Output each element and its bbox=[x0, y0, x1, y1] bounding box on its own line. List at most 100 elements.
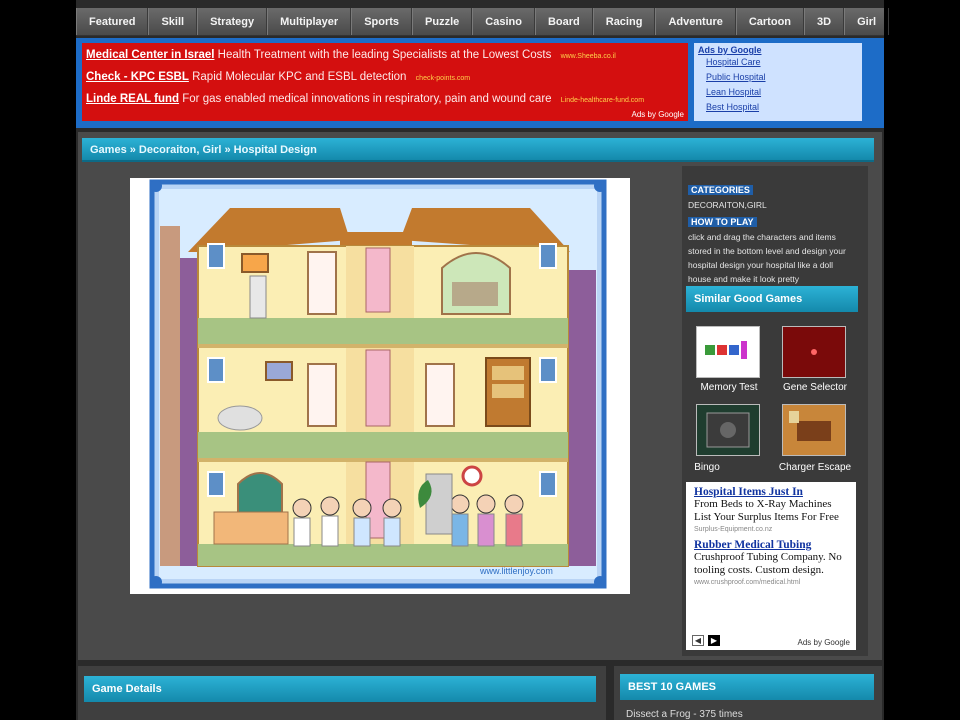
ad-title[interactable]: Medical Center in Israel bbox=[86, 49, 214, 61]
game-watermark: www.littlenjoy.com bbox=[479, 566, 553, 576]
similar-games-title: Similar Good Games bbox=[694, 293, 803, 305]
main-panel: Games » Decoraiton, Girl » Hospital Desi… bbox=[78, 132, 882, 660]
text-ad-block: Medical Center in Israel Health Treatmen… bbox=[82, 43, 688, 121]
sidebar-ad-title[interactable]: Hospital Items Just In bbox=[694, 486, 848, 498]
ad-link-lean-hospital[interactable]: Lean Hospital bbox=[698, 85, 858, 100]
door bbox=[365, 349, 391, 427]
similar-game-label[interactable]: Charger Escape bbox=[770, 462, 860, 473]
door bbox=[425, 363, 455, 427]
right-building bbox=[566, 270, 596, 566]
frame-corner bbox=[150, 180, 162, 192]
nav-girl[interactable]: Girl bbox=[844, 8, 890, 35]
nav-strategy[interactable]: Strategy bbox=[197, 8, 268, 35]
nav-puzzle[interactable]: Puzzle bbox=[412, 8, 473, 35]
ad-title[interactable]: Linde REAL fund bbox=[86, 93, 179, 105]
nav-multiplayer[interactable]: Multiplayer bbox=[267, 8, 352, 35]
bookcase-shelf bbox=[492, 366, 524, 380]
nav-adventure[interactable]: Adventure bbox=[655, 8, 736, 35]
breadcrumb: Games » Decoraiton, Girl » Hospital Desi… bbox=[82, 138, 874, 162]
nav-featured[interactable]: Featured bbox=[76, 8, 149, 35]
ceiling-line bbox=[198, 344, 568, 348]
nav-casino[interactable]: Casino bbox=[472, 8, 535, 35]
window bbox=[207, 357, 225, 383]
door bbox=[365, 247, 391, 313]
ads-by-google-label[interactable]: Ads by Google bbox=[798, 638, 850, 647]
best-games-panel: BEST 10 GAMES Dissect a Frog - 375 times bbox=[614, 666, 882, 720]
frame-corner bbox=[594, 180, 606, 192]
window bbox=[207, 243, 225, 269]
similar-game-label[interactable]: Gene Selector bbox=[770, 382, 860, 393]
game-details-title: Game Details bbox=[92, 683, 162, 695]
how-to-play-text: hospital design your hospital like a dol… bbox=[688, 260, 834, 270]
roof-middle bbox=[340, 232, 412, 246]
ad-line[interactable]: Medical Center in Israel Health Treatmen… bbox=[86, 49, 616, 61]
ad-text: Health Treatment with the leading Specia… bbox=[217, 49, 552, 61]
nav-sports[interactable]: Sports bbox=[351, 8, 413, 35]
ad-link-hospital-care[interactable]: Hospital Care bbox=[698, 55, 858, 70]
page: Featured Skill Strategy Multiplayer Spor… bbox=[76, 0, 890, 720]
bookcase-shelf bbox=[492, 384, 524, 398]
sidebar-ad-url[interactable]: Surplus-Equipment.co.nz bbox=[694, 526, 848, 533]
breadcrumb-text[interactable]: Games » Decoraiton, Girl » Hospital Desi… bbox=[82, 144, 317, 156]
thumb-memory-test[interactable] bbox=[696, 326, 760, 378]
dental-chair bbox=[217, 405, 263, 431]
nav-board[interactable]: Board bbox=[534, 8, 593, 35]
floor-1 bbox=[198, 318, 568, 346]
similar-game-label[interactable]: Memory Test bbox=[684, 382, 774, 393]
next-ad-icon[interactable]: ▶ bbox=[708, 635, 720, 646]
frame-corner bbox=[594, 576, 606, 588]
door bbox=[307, 251, 337, 315]
categories-heading: CATEGORIES bbox=[688, 185, 753, 195]
ad-url: check-points.com bbox=[415, 75, 471, 82]
hospital-scene[interactable]: www.littlenjoy.com bbox=[130, 178, 630, 594]
nav-3d[interactable]: 3D bbox=[804, 8, 845, 35]
best-games-title: BEST 10 GAMES bbox=[628, 681, 717, 693]
ad-line[interactable]: Linde REAL fund For gas enabled medical … bbox=[86, 93, 644, 105]
nav-skill[interactable]: Skill bbox=[148, 8, 198, 35]
window bbox=[539, 357, 557, 383]
best-games-header: BEST 10 GAMES bbox=[620, 674, 874, 700]
ad-line[interactable]: Check - KPC ESBL Rapid Molecular KPC and… bbox=[86, 71, 470, 83]
storage-items bbox=[425, 473, 453, 535]
floor-2 bbox=[198, 432, 568, 460]
how-to-play-text: house and make it look pretty bbox=[688, 274, 800, 284]
ad-link-best-hospital[interactable]: Best Hospital bbox=[698, 100, 858, 115]
frame-corner bbox=[150, 576, 162, 588]
top-nav: Featured Skill Strategy Multiplayer Spor… bbox=[76, 8, 890, 36]
sidebar-ad-title[interactable]: Rubber Medical Tubing bbox=[694, 539, 848, 551]
window bbox=[539, 471, 557, 497]
ad-url: Linde-healthcare-fund.com bbox=[560, 97, 645, 104]
how-to-play-text: click and drag the characters and items bbox=[688, 232, 836, 242]
nav-racing[interactable]: Racing bbox=[592, 8, 656, 35]
prev-ad-icon[interactable]: ◀ bbox=[692, 635, 704, 646]
nav-cartoon[interactable]: Cartoon bbox=[735, 8, 805, 35]
sidebar: CATEGORIES DECORAITON,GIRL HOW TO PLAY c… bbox=[682, 166, 868, 656]
best-game-entry[interactable]: Dissect a Frog - 375 times bbox=[626, 709, 743, 720]
similar-games-header: Similar Good Games bbox=[686, 286, 858, 312]
thumb-gene-selector[interactable] bbox=[782, 326, 846, 378]
sidebar-ad-url[interactable]: www.crushproof.com/medical.html bbox=[694, 579, 848, 586]
ceiling-line bbox=[198, 458, 568, 462]
ads-by-google-label[interactable]: Ads by Google bbox=[632, 110, 684, 119]
game-canvas[interactable]: www.littlenjoy.com bbox=[130, 178, 630, 594]
similar-game-label[interactable]: Bingo bbox=[662, 462, 752, 473]
thumb-bingo[interactable] bbox=[696, 404, 760, 456]
left-building bbox=[160, 226, 180, 566]
window bbox=[207, 471, 225, 497]
sidebar-ad-body: Crushproof Tubing Company. No tooling co… bbox=[694, 551, 842, 576]
categories-value[interactable]: DECORAITON,GIRL bbox=[688, 198, 868, 212]
ad-text: Rapid Molecular KPC and ESBL detection bbox=[192, 71, 407, 83]
ad-pager: ◀ ▶ bbox=[692, 635, 720, 646]
thumb-charger-escape[interactable] bbox=[782, 404, 846, 456]
ad-link-public-hospital[interactable]: Public Hospital bbox=[698, 70, 858, 85]
game-details-panel: Game Details bbox=[78, 666, 606, 720]
how-to-play-heading: HOW TO PLAY bbox=[688, 217, 757, 227]
reception-desk bbox=[213, 511, 289, 545]
ads-by-google-link[interactable]: Ads by Google bbox=[698, 45, 858, 55]
window bbox=[539, 243, 557, 269]
ad-banner: Medical Center in Israel Health Treatmen… bbox=[76, 38, 884, 128]
ad-title[interactable]: Check - KPC ESBL bbox=[86, 71, 189, 83]
ad-text: For gas enabled medical innovations in r… bbox=[182, 93, 552, 105]
medical-cabinet bbox=[249, 275, 267, 319]
door bbox=[307, 363, 337, 427]
